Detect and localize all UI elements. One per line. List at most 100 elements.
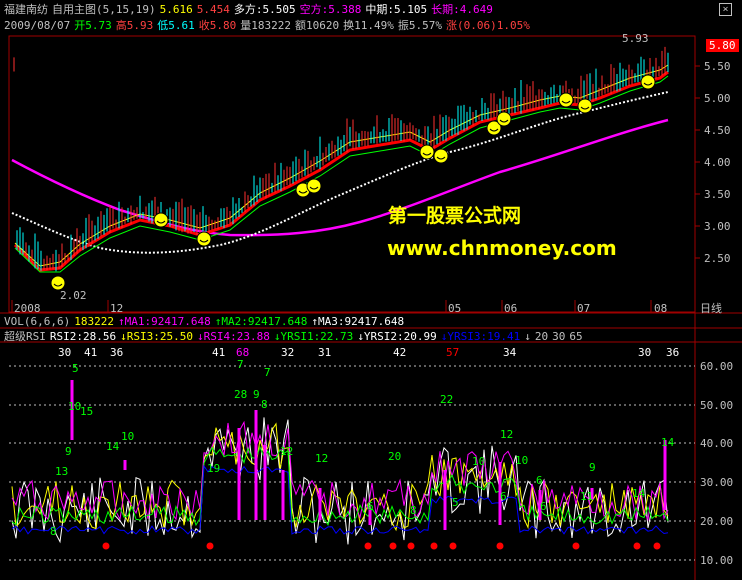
rsi-green-label: 7 [264, 366, 271, 379]
smiley-icon [153, 212, 169, 228]
rsi-green-label: 15 [80, 405, 93, 418]
rsi-green-label: 7 [237, 358, 244, 371]
rsi-top-number: 32 [281, 346, 295, 359]
rsi-green-label: 28 [234, 388, 247, 401]
rsi-item-0: 超级RSI [4, 330, 46, 343]
rsi-signal-dot [364, 542, 372, 550]
low-price-label: 2.02 [60, 289, 87, 302]
smiley-icon [496, 111, 512, 127]
rsi-signal-dot [206, 542, 214, 550]
rsi-signal-dot [653, 542, 661, 550]
price-tick: 2.50 [704, 252, 731, 265]
rsi-signal-dot [449, 542, 457, 550]
date-label-08: 08 [654, 302, 668, 315]
rsi-top-number: 68 [236, 346, 250, 359]
current-price-badge: 5.80 [706, 39, 739, 52]
rsi-header: 超级RSI RSI2:28.56 ↓RSI3:25.50 ↓RSI4:23.88 ↓YR… [4, 330, 583, 343]
rsi-signal-dot [389, 542, 397, 550]
rsi-item-1: RSI2:28.56 [49, 330, 117, 343]
smiley-icon [50, 275, 66, 291]
rsi-green-label: 12 [280, 445, 293, 458]
rsi-top-number: 30 [638, 346, 652, 359]
rsi-tick: 60.00 [700, 360, 734, 373]
rsi-top-number: 57 [446, 346, 460, 359]
vol-item-3: ↑MA2:92417.648 [214, 315, 308, 328]
rsi-green-label: 19 [207, 462, 220, 475]
rsi-green-label: 6 [540, 500, 547, 513]
rsi-tick: 50.00 [700, 399, 734, 412]
rsi-top-number: 30 [58, 346, 72, 359]
rsi-green-label: 14 [661, 436, 675, 449]
date-label-05: 05 [448, 302, 462, 315]
smiley-icon [196, 231, 212, 247]
price-tick: 4.00 [704, 156, 731, 169]
rsi-green-label: 10 [472, 455, 485, 468]
rsi-item-3: ↓RSI4:23.88 [196, 330, 270, 343]
rsi-signal-dot [633, 542, 641, 550]
period-label[interactable]: 日线 [700, 302, 722, 315]
rsi-green-label: 8 [410, 504, 417, 517]
price-tick: 5.50 [704, 60, 731, 73]
rsi-green-label: 11 [580, 490, 593, 503]
date-label-07: 07 [577, 302, 591, 315]
rsi-green-label: 14 [632, 487, 646, 500]
vol-item-2: ↑MA1:92417.648 [117, 315, 211, 328]
rsi-tick: 30.00 [700, 476, 734, 489]
rsi-top-number: 41 [84, 346, 98, 359]
high-price-label: 5.93 [622, 32, 649, 45]
rsi-signal-dot [430, 542, 438, 550]
rsi-signal-dot [496, 542, 504, 550]
rsi-tick: 40.00 [700, 437, 734, 450]
date-label-2008: 2008 [14, 302, 41, 315]
rsi-tick: 20.00 [700, 515, 734, 528]
rsi-green-label: 12 [315, 452, 328, 465]
rsi-item-5: ↓YRSI2:20.99 [357, 330, 437, 343]
rsi-top-number: 31 [318, 346, 332, 359]
smiley-icon [558, 92, 574, 108]
smiley-icon [433, 148, 449, 164]
rsi-green-label: 20 [388, 450, 401, 463]
rsi-green-label: 5 [452, 496, 459, 509]
rsi-green-label: 8 [261, 398, 268, 411]
rsi-green-label: 14 [106, 440, 120, 453]
price-tick: 3.50 [704, 188, 731, 201]
rsi-green-label: 6 [500, 490, 507, 503]
rsi-green-label: 9 [65, 445, 72, 458]
rsi-signal-dot [407, 542, 415, 550]
rsi-top-number: 36 [666, 346, 680, 359]
rsi-green-label: 9 [589, 461, 596, 474]
rsi-green-label: 9 [253, 388, 260, 401]
rsi-green-label: 22 [440, 393, 453, 406]
rsi-series-line [11, 420, 669, 522]
rsi-tick: 10.00 [700, 554, 734, 567]
price-tick: 5.00 [704, 92, 731, 105]
smiley-icon [419, 144, 435, 160]
date-label-06: 06 [504, 302, 518, 315]
rsi-item-10: 65 [569, 330, 583, 343]
rsi-green-label: 12 [500, 428, 513, 441]
vol-item-4: ↑MA3:92417.648 [311, 315, 405, 328]
rsi-green-label: 8 [50, 525, 57, 538]
price-tick: 4.50 [704, 124, 731, 137]
rsi-green-label: 5 [72, 362, 79, 375]
rsi-green-label: 13 [55, 465, 68, 478]
rsi-top-number: 36 [110, 346, 124, 359]
rsi-signal-dot [572, 542, 580, 550]
chart-canvas: 5101591381410728 987191212 202210121069611… [0, 35, 742, 580]
rsi-item-4: ↓YRSI1:22.73 [273, 330, 354, 343]
rsi-item-7: ↓ [524, 330, 531, 343]
rsi-item-2: ↓RSI3:25.50 [120, 330, 193, 343]
rsi-top-number: 42 [393, 346, 407, 359]
rsi-green-label: 6 [536, 474, 543, 487]
smiley-icon [306, 178, 322, 194]
smiley-icon [640, 74, 656, 90]
price-tick: 3.00 [704, 220, 731, 233]
rsi-top-number: 34 [503, 346, 517, 359]
watermark-title: 第一股票公式网 [388, 205, 522, 227]
rsi-item-6: ↓YRSI3:19.41 [440, 330, 521, 343]
rsi-green-label: 10 [121, 430, 134, 443]
rsi-top-number: 41 [212, 346, 226, 359]
vol-item-0: VOL(6,6,6) [4, 315, 71, 328]
rsi-green-label: 6 [367, 500, 374, 513]
rsi-item-9: 30 [552, 330, 566, 343]
